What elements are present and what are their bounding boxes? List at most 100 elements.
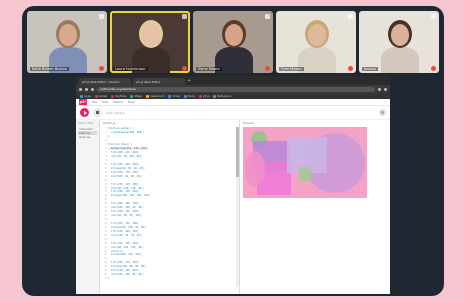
line-number: 18 <box>104 194 107 198</box>
muted-mic-icon <box>99 66 104 71</box>
address-bar-row: editor.p5js.org/sketches <box>76 85 390 93</box>
participant-name: Jessica <box>362 67 378 71</box>
code-text: fill(255, 150, 200); <box>108 221 140 225</box>
code-text: noFill(); <box>108 249 124 253</box>
line-number: 38 <box>104 273 107 277</box>
bookmark-item[interactable]: Docs <box>183 94 195 98</box>
tile-options-icon[interactable] <box>99 14 104 19</box>
p5-logo: p5* <box>79 99 87 105</box>
muted-mic-icon <box>431 66 436 71</box>
participant-tile[interactable]: Jessica <box>359 11 439 73</box>
bookmark-label: Reference <box>217 94 232 98</box>
bookmark-favicon-icon <box>183 94 187 98</box>
tile-options-icon[interactable] <box>348 14 353 19</box>
bookmark-item[interactable]: p5.js <box>198 94 210 98</box>
file-item-style-css[interactable]: style.css <box>78 135 97 139</box>
code-text: } <box>108 277 110 281</box>
bookmark-label: Drive <box>172 94 180 98</box>
forward-icon[interactable] <box>85 87 88 91</box>
participant-video <box>381 47 419 73</box>
participant-tile[interactable]: Laura Hutchinson <box>110 11 190 73</box>
participant-tile[interactable]: Elena Moore <box>193 11 273 73</box>
bookmark-item[interactable]: Maps <box>130 94 142 98</box>
menu-help[interactable]: Help <box>128 100 135 104</box>
code-line[interactable]: 39} <box>100 277 239 281</box>
line-number: 15 <box>104 182 107 186</box>
settings-gear-icon[interactable]: ⚙ <box>379 109 386 116</box>
sketch-canvas <box>243 127 367 198</box>
canvas-shape <box>299 167 311 181</box>
bookmark-favicon-icon <box>145 94 149 98</box>
code-text: fill(160, 200, 120); <box>108 202 140 206</box>
extension-icon[interactable] <box>378 87 381 91</box>
participant-face <box>142 24 160 46</box>
participant-face <box>225 24 243 46</box>
bookmark-item[interactable]: Reference <box>213 94 232 98</box>
auto-refresh-label[interactable]: Auto-refresh <box>106 111 125 115</box>
code-editor[interactable]: sketch.js 1 function setup() {2 createCan… <box>100 120 240 294</box>
line-number: 16 <box>104 186 107 190</box>
code-text: ellipse(220, 80, 80, 80); <box>108 265 147 269</box>
line-number: 11 <box>104 166 107 170</box>
participant-video <box>298 47 336 73</box>
code-text: rect(120, 40, 30, 30); <box>108 233 143 237</box>
editor-toolbar: Auto-refresh ⚙ <box>76 106 390 120</box>
sidebar-title: Sketch Files <box>78 122 94 125</box>
participant-face <box>59 24 77 46</box>
bookmark-item[interactable]: Drive <box>168 94 180 98</box>
tile-options-icon[interactable] <box>265 14 270 19</box>
bookmark-favicon-icon <box>168 94 172 98</box>
bookmark-favicon-icon <box>111 94 115 98</box>
back-icon[interactable] <box>79 87 82 91</box>
bookmark-label: YouTube <box>115 94 127 98</box>
code-text: background(255, 180, 200); <box>108 147 149 151</box>
bookmark-item[interactable]: YouTube <box>111 94 126 98</box>
code-text: fill(130, 150, 220); <box>108 269 140 273</box>
line-number: 4 <box>105 139 107 143</box>
code-text: fill(230, 120, 200); <box>108 182 140 186</box>
tile-options-icon[interactable] <box>182 14 187 19</box>
line-number: 10 <box>104 162 107 166</box>
line-number: 21 <box>104 206 107 210</box>
file-sidebar: Sketch Files index.html sketch.js style.… <box>76 120 100 294</box>
menu-edit[interactable]: Edit <box>102 100 108 104</box>
tile-options-icon[interactable] <box>431 14 436 19</box>
bookmark-label: Docs <box>187 94 195 98</box>
muted-mic-icon <box>265 66 270 71</box>
participant-name: Elena Moore <box>196 67 222 71</box>
menu-file[interactable]: File <box>92 100 97 104</box>
code-text: fill(120, 200, 140); <box>108 162 140 166</box>
editor-tab-label: sketch.js <box>103 121 116 125</box>
participant-tile[interactable]: Katie Bowen Boston <box>27 11 107 73</box>
participant-tile[interactable]: Fynn Mason <box>276 11 356 73</box>
play-button[interactable] <box>80 108 89 117</box>
line-number: 6 <box>105 147 107 151</box>
bookmark-item[interactable]: Gmail <box>94 94 107 98</box>
video-call-window: Katie Bowen Boston Laura Hutchinson Elena … <box>22 6 444 296</box>
bookmark-favicon-icon <box>80 94 83 98</box>
code-text: fill(140, 160, 230); <box>108 229 140 233</box>
code-text: fill(230, 130, 210); <box>108 241 140 245</box>
editor-scrollbar[interactable] <box>236 127 239 287</box>
bookmark-label: p5.js <box>202 94 210 98</box>
line-number: 20 <box>104 202 107 206</box>
line-number: 30 <box>104 241 107 245</box>
line-number: 29 <box>104 237 107 241</box>
bookmark-item[interactable]: Apps <box>80 94 91 98</box>
profile-icon[interactable] <box>384 87 387 91</box>
browser-tab[interactable]: p5.js Web Editor | Sketch <box>79 78 131 85</box>
reload-icon[interactable] <box>91 87 94 91</box>
code-text: rect(180, 150, 40, 30); <box>108 206 144 210</box>
bookmark-item[interactable]: Classroom <box>145 94 164 98</box>
participant-face <box>308 24 326 46</box>
code-text: rect(20, 40, 120, 80); <box>108 155 143 159</box>
shared-screen-browser: p5.js Web Editor | Sketch p5.js Web Edit… <box>76 76 390 294</box>
line-number: 3 <box>105 135 107 139</box>
code-lines[interactable]: 1 function setup() {2 createCanvas(400, 4… <box>100 127 239 294</box>
menu-sketch[interactable]: Sketch <box>113 100 123 104</box>
stop-button[interactable] <box>93 108 102 117</box>
line-number: 9 <box>105 158 107 162</box>
new-tab-icon[interactable]: + <box>187 78 191 85</box>
browser-tab[interactable]: p5.js Web Editor <box>133 78 185 85</box>
url-field[interactable]: editor.p5js.org/sketches <box>97 86 375 92</box>
